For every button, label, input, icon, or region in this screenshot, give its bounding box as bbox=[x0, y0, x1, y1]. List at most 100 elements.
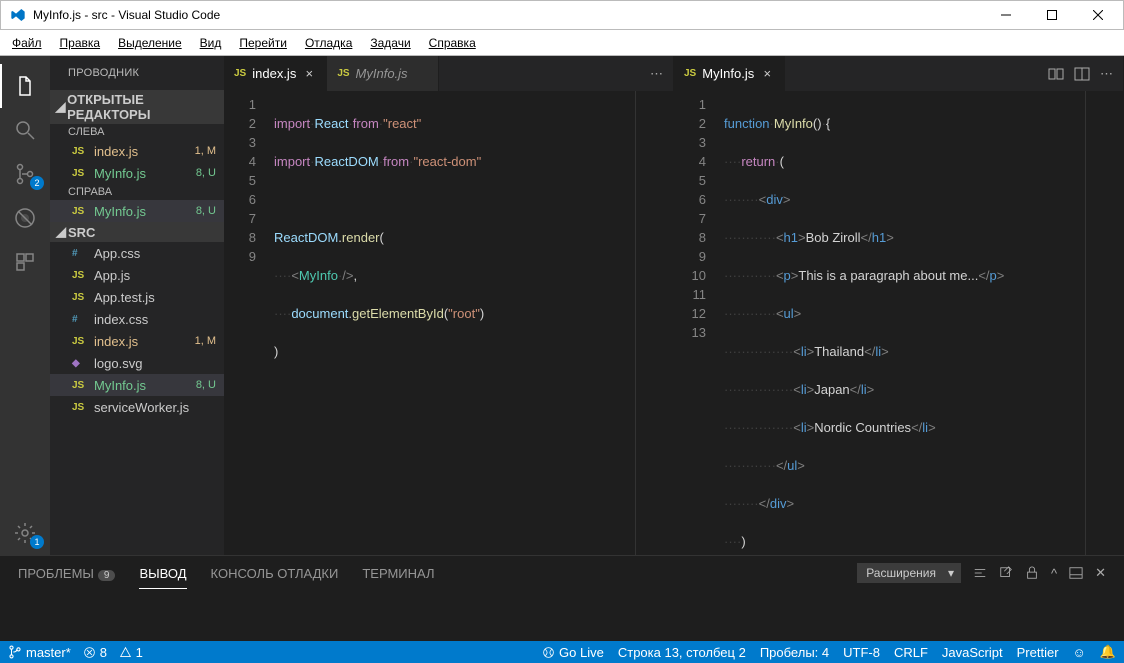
editor-more-icon[interactable]: ⋯ bbox=[650, 66, 663, 82]
panel-tab-terminal[interactable]: ТЕРМИНАЛ bbox=[362, 566, 434, 581]
file-status: 1, M bbox=[195, 335, 216, 347]
file-name: index.css bbox=[94, 312, 216, 327]
status-spaces[interactable]: Пробелы: 4 bbox=[760, 644, 829, 660]
file-icon: JS bbox=[684, 68, 696, 79]
status-branch[interactable]: master* bbox=[8, 645, 71, 660]
menu-debug[interactable]: Отладка bbox=[297, 34, 360, 52]
file-name: MyInfo.js bbox=[94, 378, 196, 393]
file-icon: JS bbox=[72, 206, 88, 217]
sidebar: ПРОВОДНИК ◢ОТКРЫТЫЕ РЕДАКТОРЫ СЛЕВА JSin… bbox=[50, 56, 224, 555]
tab-label: index.js bbox=[252, 66, 296, 81]
scm-badge: 2 bbox=[30, 176, 44, 190]
panel: ПРОБЛЕМЫ9 ВЫВОД КОНСОЛЬ ОТЛАДКИ ТЕРМИНАЛ… bbox=[0, 555, 1124, 641]
file-icon: JS bbox=[72, 168, 88, 179]
menu-edit[interactable]: Правка bbox=[52, 34, 109, 52]
panel-tab-output[interactable]: ВЫВОД bbox=[139, 566, 186, 581]
editor-area: JS index.js × JSMyInfo.js ⋯ 123456789 impor… bbox=[224, 56, 1124, 555]
status-errors[interactable]: 8 1 bbox=[83, 645, 143, 660]
activity-scm[interactable]: 2 bbox=[0, 152, 50, 196]
file-index.js[interactable]: JS index.js1, M bbox=[50, 330, 224, 352]
file-App.css[interactable]: #App.css bbox=[50, 242, 224, 264]
status-position[interactable]: Строка 13, столбец 2 bbox=[618, 644, 746, 660]
tab-close-icon[interactable]: × bbox=[302, 66, 316, 81]
file-icon: # bbox=[72, 314, 88, 325]
code-area-left[interactable]: 123456789 import·React·from·"react" impo… bbox=[224, 91, 673, 555]
minimap-left[interactable] bbox=[635, 91, 673, 555]
menu-tasks[interactable]: Задачи bbox=[362, 34, 418, 52]
statusbar: master* 8 1 Go Live Строка 13, столбец 2… bbox=[0, 641, 1124, 663]
file-App.test.js[interactable]: JS App.test.js bbox=[50, 286, 224, 308]
activity-debug[interactable] bbox=[0, 196, 50, 240]
activity-extensions[interactable] bbox=[0, 240, 50, 284]
menu-file[interactable]: Файл bbox=[4, 34, 50, 52]
file-index.js[interactable]: JSindex.js1, M bbox=[50, 140, 224, 162]
file-logo.svg[interactable]: ◆logo.svg bbox=[50, 352, 224, 374]
file-MyInfo.js[interactable]: JS MyInfo.js8, U bbox=[50, 162, 224, 184]
panel-close-icon[interactable]: ✕ bbox=[1095, 565, 1106, 581]
tabs-right: JSMyInfo.js× ⋯ bbox=[674, 56, 1123, 91]
file-name: MyInfo.js bbox=[94, 166, 196, 181]
close-button[interactable] bbox=[1075, 1, 1121, 29]
activity-explorer[interactable] bbox=[0, 64, 50, 108]
file-index.css[interactable]: # index.css bbox=[50, 308, 224, 330]
file-icon: # bbox=[72, 248, 88, 259]
editor-more-icon[interactable]: ⋯ bbox=[1100, 66, 1113, 82]
file-icon: JS bbox=[72, 380, 88, 391]
panel-tabs: ПРОБЛЕМЫ9 ВЫВОД КОНСОЛЬ ОТЛАДКИ ТЕРМИНАЛ… bbox=[0, 556, 1124, 590]
menu-go[interactable]: Перейти bbox=[231, 34, 295, 52]
minimap-right[interactable] bbox=[1085, 91, 1123, 555]
file-serviceWorker.js[interactable]: JSserviceWorker.js bbox=[50, 396, 224, 418]
menu-help[interactable]: Справка bbox=[421, 34, 484, 52]
file-icon: JS bbox=[72, 146, 88, 157]
activity-bar: 2 1 bbox=[0, 56, 50, 555]
status-bell-icon[interactable]: 🔔 bbox=[1100, 644, 1116, 660]
status-lang[interactable]: JavaScript bbox=[942, 644, 1003, 660]
tab-index.js[interactable]: JS index.js × bbox=[224, 56, 327, 91]
compare-icon[interactable] bbox=[1048, 66, 1064, 82]
file-icon: JS bbox=[72, 336, 88, 347]
status-encoding[interactable]: UTF-8 bbox=[843, 644, 880, 660]
output-channel-dropdown[interactable]: Расширения bbox=[857, 563, 961, 583]
gutter-left: 123456789 bbox=[224, 91, 270, 555]
tab-MyInfo.js[interactable]: JSMyInfo.js× bbox=[674, 56, 785, 91]
file-name: index.js bbox=[94, 334, 195, 349]
split-icon[interactable] bbox=[1074, 66, 1090, 82]
section-open-editors[interactable]: ◢ОТКРЫТЫЕ РЕДАКТОРЫ bbox=[50, 90, 224, 124]
status-feedback-icon[interactable]: ☺ bbox=[1073, 644, 1086, 660]
activity-settings[interactable]: 1 bbox=[0, 511, 50, 555]
tabs-left: JS index.js × JSMyInfo.js ⋯ bbox=[224, 56, 673, 91]
file-name: App.js bbox=[94, 268, 216, 283]
activity-search[interactable] bbox=[0, 108, 50, 152]
status-golive[interactable]: Go Live bbox=[542, 644, 604, 660]
panel-tab-problems[interactable]: ПРОБЛЕМЫ9 bbox=[18, 566, 115, 581]
file-MyInfo.js[interactable]: JS MyInfo.js8, U bbox=[50, 374, 224, 396]
file-status: 8, U bbox=[196, 167, 216, 179]
file-icon: ◆ bbox=[72, 358, 88, 369]
file-status: 8, U bbox=[196, 379, 216, 391]
status-eol[interactable]: CRLF bbox=[894, 644, 928, 660]
tab-close-icon[interactable]: × bbox=[760, 66, 774, 81]
maximize-button[interactable] bbox=[1029, 1, 1075, 29]
gutter-right: 12345678910111213 bbox=[674, 91, 720, 555]
tab-MyInfo.js[interactable]: JSMyInfo.js bbox=[327, 56, 438, 91]
file-App.js[interactable]: JSApp.js bbox=[50, 264, 224, 286]
section-src[interactable]: ◢SRC bbox=[50, 222, 224, 242]
menubar: Файл Правка Выделение Вид Перейти Отладк… bbox=[0, 30, 1124, 56]
status-prettier[interactable]: Prettier bbox=[1017, 644, 1059, 660]
clear-output-icon[interactable] bbox=[973, 566, 987, 580]
lock-scroll-icon[interactable] bbox=[1025, 566, 1039, 580]
menu-selection[interactable]: Выделение bbox=[110, 34, 190, 52]
file-icon: JS bbox=[72, 292, 88, 303]
open-log-icon[interactable] bbox=[999, 566, 1013, 580]
code-area-right[interactable]: 12345678910111213 function·MyInfo()·{ ··… bbox=[674, 91, 1123, 555]
menu-view[interactable]: Вид bbox=[192, 34, 230, 52]
file-icon: JS bbox=[234, 68, 246, 79]
code-right[interactable]: function·MyInfo()·{ ····return·( ·······… bbox=[720, 91, 1085, 555]
panel-maximize-icon[interactable]: ^ bbox=[1051, 566, 1057, 581]
minimize-button[interactable] bbox=[983, 1, 1029, 29]
file-MyInfo.js[interactable]: JSMyInfo.js8, U bbox=[50, 200, 224, 222]
panel-layout-icon[interactable] bbox=[1069, 566, 1083, 580]
panel-tab-debug[interactable]: КОНСОЛЬ ОТЛАДКИ bbox=[211, 566, 339, 581]
code-left[interactable]: import·React·from·"react" import·ReactDO… bbox=[270, 91, 635, 555]
file-name: App.test.js bbox=[94, 290, 216, 305]
